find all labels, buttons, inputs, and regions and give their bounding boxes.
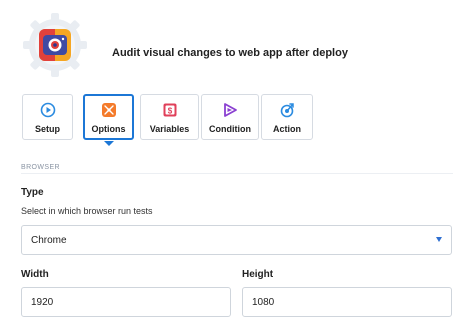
page-title: Audit visual changes to web app after de… [112,47,348,59]
width-label: Width [21,269,49,280]
step-tabs: Setup Options $ Variables Condition Acti… [22,94,313,140]
tab-options[interactable]: Options [83,94,134,140]
tab-label: Setup [34,124,60,134]
variables-icon: $ [163,103,176,117]
type-label: Type [21,187,44,198]
camera-app-icon [39,29,71,61]
section-divider [21,173,453,174]
height-field[interactable] [242,287,452,317]
options-icon [101,103,116,117]
tab-label: Action [273,124,301,134]
width-field[interactable] [21,287,231,317]
chevron-down-icon [436,237,442,242]
browser-type-value: Chrome [31,234,67,246]
height-label: Height [242,269,274,280]
tab-label: Condition [209,124,251,134]
condition-icon [224,103,237,117]
browser-type-select[interactable]: Chrome [21,225,452,255]
svg-text:$: $ [167,106,172,115]
tab-variables[interactable]: $ Variables [140,94,199,140]
tab-setup[interactable]: Setup [22,94,73,140]
tab-label: Options [91,124,126,134]
tab-label: Variables [149,124,190,134]
app-badge [20,10,90,80]
tab-condition[interactable]: Condition [201,94,259,140]
tab-action[interactable]: Action [261,94,313,140]
action-icon [280,103,294,118]
section-heading: BROWSER [21,164,60,171]
play-circle-icon [40,102,55,118]
type-description: Select in which browser run tests [21,206,153,216]
header: Audit visual changes to web app after de… [20,10,348,80]
